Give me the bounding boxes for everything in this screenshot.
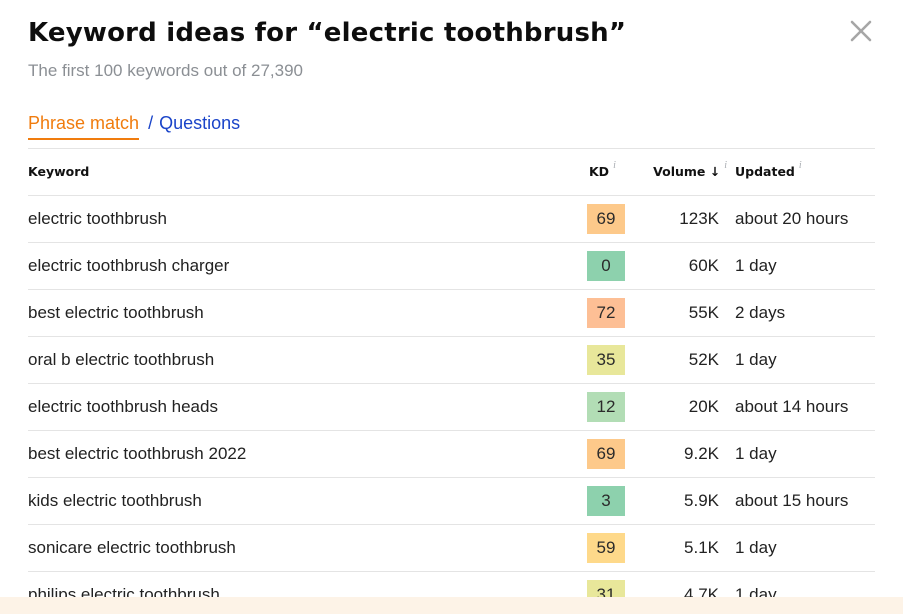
info-icon[interactable]: i <box>724 160 727 171</box>
volume-cell: 55K <box>649 289 735 337</box>
column-header-updated[interactable]: Updated i <box>735 149 875 196</box>
close-button[interactable] <box>848 18 874 44</box>
keyword-link[interactable]: electric toothbrush heads <box>28 397 218 416</box>
keyword-cell[interactable]: sonicare electric toothbrush <box>28 524 587 572</box>
kd-cell: 59 <box>587 524 649 572</box>
kd-badge: 59 <box>587 532 625 563</box>
kd-badge: 3 <box>587 485 625 516</box>
kd-badge: 69 <box>587 203 625 234</box>
updated-cell: 1 day <box>735 430 875 478</box>
kd-cell: 69 <box>587 430 649 478</box>
table-row: electric toothbrush charger 0 60K 1 day <box>28 242 875 290</box>
keyword-link[interactable]: electric toothbrush charger <box>28 256 229 275</box>
keyword-cell[interactable]: electric toothbrush heads <box>28 383 587 431</box>
kd-badge: 69 <box>587 438 625 469</box>
table-row: electric toothbrush 69 123K about 20 hours <box>28 195 875 243</box>
keyword-link[interactable]: best electric toothbrush <box>28 303 204 322</box>
keyword-link[interactable]: best electric toothbrush 2022 <box>28 444 246 463</box>
keyword-link[interactable]: kids electric toothbrush <box>28 491 202 510</box>
updated-cell: 1 day <box>735 336 875 384</box>
keywords-table: Keyword KD i Volume ↓ i Updated i electric … <box>28 149 875 614</box>
table-row: electric toothbrush heads 12 20K about 14 h… <box>28 383 875 431</box>
dialog-subtitle: The first 100 keywords out of 27,390 <box>28 61 303 80</box>
column-header-label: Keyword <box>28 164 90 180</box>
volume-cell: 52K <box>649 336 735 384</box>
close-x-icon <box>850 20 872 42</box>
column-header-keyword[interactable]: Keyword <box>28 149 587 196</box>
info-icon[interactable]: i <box>613 160 616 171</box>
volume-cell: 9.2K <box>649 430 735 478</box>
column-header-kd[interactable]: KD i <box>587 149 649 196</box>
kd-cell: 72 <box>587 289 649 337</box>
keyword-cell[interactable]: electric toothbrush <box>28 195 587 243</box>
keyword-cell[interactable]: oral b electric toothbrush <box>28 336 587 384</box>
updated-cell: 1 day <box>735 242 875 290</box>
keyword-link[interactable]: electric toothbrush <box>28 209 167 228</box>
table-row: best electric toothbrush 72 55K 2 days <box>28 289 875 337</box>
table-row: best electric toothbrush 2022 69 9.2K 1 day <box>28 430 875 478</box>
keyword-ideas-dialog: Keyword ideas for “electric toothbrush” … <box>0 0 903 614</box>
volume-cell: 5.1K <box>649 524 735 572</box>
volume-cell: 20K <box>649 383 735 431</box>
column-header-volume[interactable]: Volume ↓ i <box>649 149 735 196</box>
updated-cell: about 14 hours <box>735 383 875 431</box>
tab-separator: / <box>148 113 154 133</box>
tab-questions[interactable]: Questions <box>159 113 240 134</box>
bottom-fade-overlay <box>0 597 903 614</box>
table-row: sonicare electric toothbrush 59 5.1K 1 day <box>28 524 875 572</box>
dialog-title: Keyword ideas for “electric toothbrush” <box>28 18 627 48</box>
table-header-row: Keyword KD i Volume ↓ i Updated i <box>28 149 875 196</box>
column-header-label: Volume <box>653 164 706 180</box>
keyword-cell[interactable]: kids electric toothbrush <box>28 477 587 525</box>
match-type-tabs: Phrase match / Questions <box>28 113 240 140</box>
tab-phrase-match[interactable]: Phrase match <box>28 113 140 140</box>
kd-badge: 72 <box>587 297 625 328</box>
column-header-label: KD <box>589 164 610 180</box>
kd-cell: 12 <box>587 383 649 431</box>
kd-cell: 0 <box>587 242 649 290</box>
volume-cell: 123K <box>649 195 735 243</box>
kd-cell: 69 <box>587 195 649 243</box>
updated-cell: 2 days <box>735 289 875 337</box>
table-row: kids electric toothbrush 3 5.9K about 15 ho… <box>28 477 875 525</box>
updated-cell: about 15 hours <box>735 477 875 525</box>
column-header-label: Updated <box>735 164 795 180</box>
kd-cell: 3 <box>587 477 649 525</box>
keyword-link[interactable]: sonicare electric toothbrush <box>28 538 236 557</box>
keyword-cell[interactable]: electric toothbrush charger <box>28 242 587 290</box>
kd-badge: 12 <box>587 391 625 422</box>
sort-desc-arrow-icon: ↓ <box>709 164 721 180</box>
updated-cell: 1 day <box>735 524 875 572</box>
kd-badge: 0 <box>587 250 625 281</box>
kd-badge: 35 <box>587 344 625 375</box>
keyword-cell[interactable]: best electric toothbrush <box>28 289 587 337</box>
info-icon[interactable]: i <box>799 160 802 171</box>
kd-cell: 35 <box>587 336 649 384</box>
volume-cell: 5.9K <box>649 477 735 525</box>
keyword-cell[interactable]: best electric toothbrush 2022 <box>28 430 587 478</box>
updated-cell: about 20 hours <box>735 195 875 243</box>
table-row: oral b electric toothbrush 35 52K 1 day <box>28 336 875 384</box>
volume-cell: 60K <box>649 242 735 290</box>
keyword-link[interactable]: oral b electric toothbrush <box>28 350 214 369</box>
